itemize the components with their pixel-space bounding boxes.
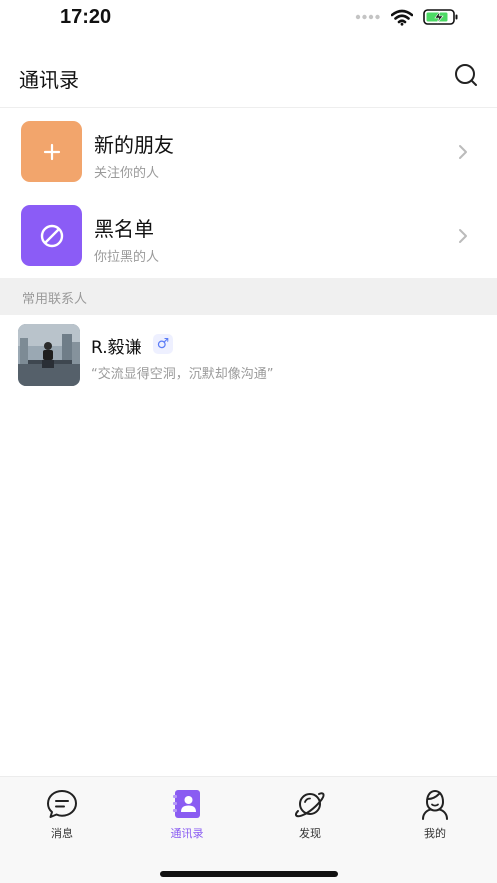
- chevron-right-icon: [459, 229, 467, 243]
- profile-icon: [422, 789, 448, 820]
- blacklist-title: 黑名单: [94, 217, 154, 241]
- blacklist-entry[interactable]: 黑名单 你拉黑的人: [0, 193, 497, 277]
- status-icons: [355, 8, 459, 26]
- search-icon: [455, 64, 477, 86]
- status-time: 17:20: [60, 6, 112, 28]
- male-icon: ♂: [153, 334, 173, 354]
- avatar[interactable]: [18, 324, 80, 386]
- signal-icon: [355, 14, 380, 20]
- blacklist-icon-tile: [21, 205, 82, 266]
- contact-signature: “交流显得空洞，沉默却像沟通”: [91, 367, 274, 382]
- chevron-right-icon: [459, 145, 467, 159]
- battery-icon: [423, 9, 458, 25]
- contact-row[interactable]: R.毅谦 ♂ “交流显得空洞，沉默却像沟通”: [0, 318, 497, 394]
- contact-name: R.毅谦: [91, 338, 142, 358]
- tab-label: 我的: [424, 827, 446, 840]
- avatar-photo: [18, 324, 80, 386]
- tab-label: 消息: [51, 827, 73, 840]
- section-header: 常用联系人: [0, 278, 497, 315]
- block-icon: [40, 224, 63, 247]
- new-friends-entry[interactable]: 新的朋友 关注你的人: [0, 109, 497, 193]
- tab-bar: 消息 通讯录 发现 我的: [0, 776, 497, 883]
- tab-contacts[interactable]: 通讯录: [147, 787, 227, 847]
- nav-bar: 通讯录: [0, 44, 497, 108]
- wifi-icon: [391, 9, 413, 26]
- tab-discover[interactable]: 发现: [270, 787, 350, 847]
- page-title: 通讯录: [19, 68, 79, 92]
- contacts-icon: [173, 790, 200, 818]
- new-friends-icon-tile: [21, 121, 82, 182]
- plus-icon: [43, 143, 60, 160]
- tab-messages[interactable]: 消息: [22, 787, 102, 847]
- new-friends-subtitle: 关注你的人: [94, 166, 160, 181]
- message-icon: [47, 790, 77, 818]
- tab-label: 通讯录: [170, 827, 204, 840]
- tab-label: 发现: [299, 827, 321, 840]
- new-friends-title: 新的朋友: [94, 133, 174, 157]
- status-bar: 17:20: [0, 0, 497, 40]
- tab-profile[interactable]: 我的: [395, 787, 475, 847]
- blacklist-subtitle: 你拉黑的人: [94, 250, 160, 265]
- home-indicator[interactable]: [160, 871, 338, 877]
- search-button[interactable]: [453, 62, 481, 90]
- section-label: 常用联系人: [22, 292, 88, 307]
- planet-icon: [294, 792, 325, 818]
